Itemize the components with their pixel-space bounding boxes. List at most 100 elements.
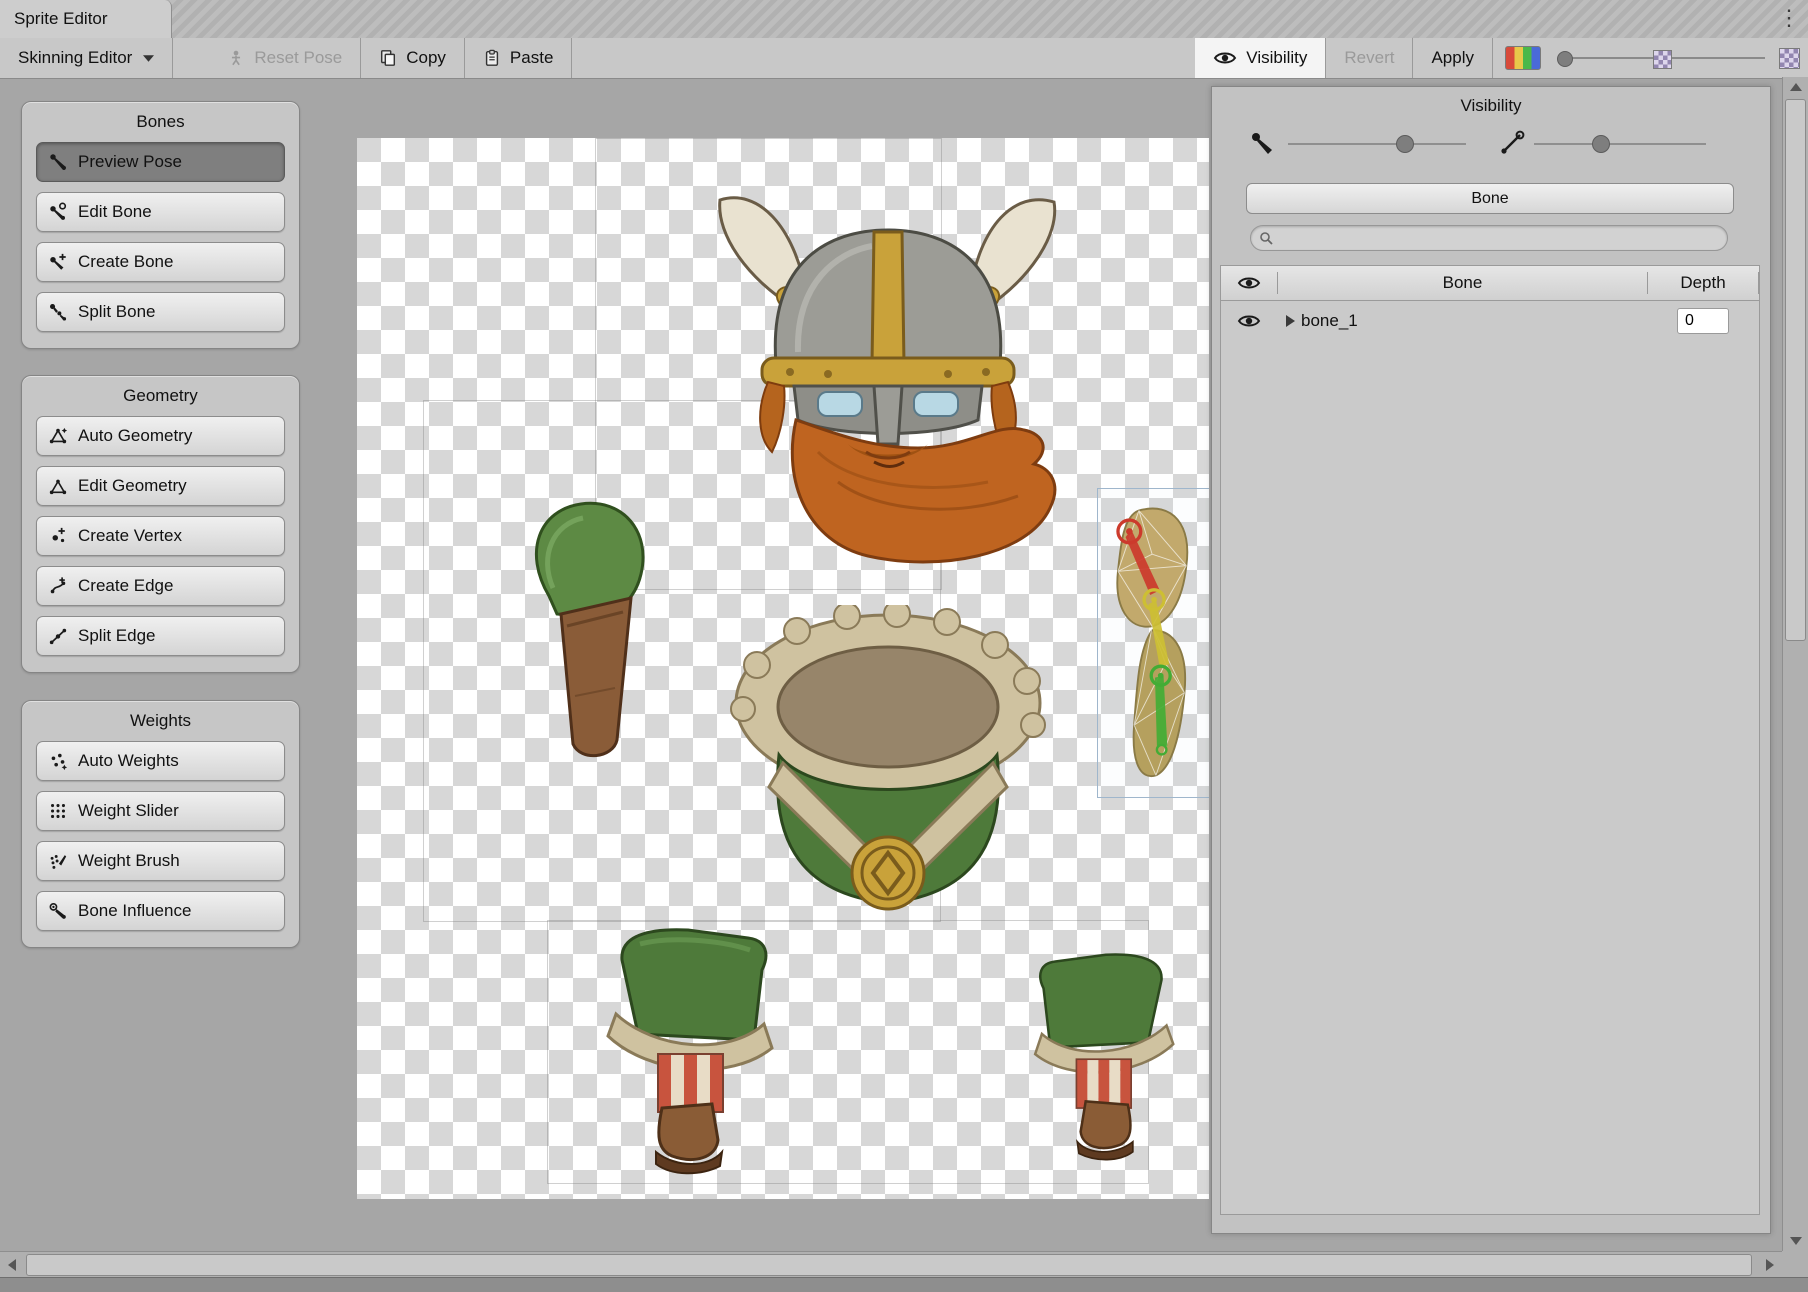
weight-slider-icon <box>47 800 69 822</box>
sprite-right-leg[interactable] <box>1020 928 1180 1182</box>
bone-row[interactable]: bone_1 <box>1221 301 1759 341</box>
window-menu-icon[interactable]: ⋮ <box>1778 5 1800 31</box>
sprite-tint-swatch[interactable] <box>1505 46 1541 70</box>
split-edge-icon <box>47 625 69 647</box>
bones-group: Bones Preview Pose Edit Bone Create Bone… <box>21 101 300 349</box>
horizontal-scrollbar-thumb[interactable] <box>26 1254 1752 1276</box>
weights-group-title: Weights <box>36 711 285 731</box>
apply-label: Apply <box>1431 48 1474 68</box>
scroll-left-button[interactable] <box>0 1252 24 1278</box>
edit-geometry-label: Edit Geometry <box>78 476 187 496</box>
geometry-group: Geometry Auto Geometry Edit Geometry Cre… <box>21 375 300 673</box>
bone-search-input[interactable] <box>1279 229 1719 248</box>
paste-button[interactable]: Paste <box>465 38 571 78</box>
visibility-toggle[interactable]: Visibility <box>1195 38 1325 78</box>
copy-label: Copy <box>406 48 446 68</box>
scroll-down-button[interactable] <box>1783 1231 1808 1251</box>
bone-name[interactable]: bone_1 <box>1301 311 1358 331</box>
weight-slider-label: Weight Slider <box>78 801 179 821</box>
mesh-opacity-icon <box>1498 129 1526 157</box>
create-bone-icon <box>47 251 69 273</box>
sprite-canvas[interactable] <box>357 138 1209 1199</box>
split-bone-button[interactable]: Split Bone <box>36 292 285 332</box>
bone-influence-button[interactable]: Bone Influence <box>36 891 285 931</box>
toolbar-separator <box>1492 38 1493 78</box>
eye-icon <box>1213 50 1237 66</box>
vertical-scrollbar[interactable] <box>1782 77 1808 1251</box>
create-bone-button[interactable]: Create Bone <box>36 242 285 282</box>
preview-pose-label: Preview Pose <box>78 152 182 172</box>
horizontal-scrollbar[interactable] <box>0 1251 1782 1278</box>
visibility-panel-title: Visibility <box>1212 87 1770 116</box>
reset-pose-button[interactable]: Reset Pose <box>209 38 360 78</box>
create-edge-label: Create Edge <box>78 576 173 596</box>
split-bone-label: Split Bone <box>78 302 156 322</box>
bone-influence-icon <box>47 900 69 922</box>
copy-button[interactable]: Copy <box>361 38 464 78</box>
edit-geometry-button[interactable]: Edit Geometry <box>36 466 285 506</box>
column-separator <box>1758 272 1759 294</box>
reset-pose-icon <box>227 49 245 67</box>
bone-opacity-slider-knob[interactable] <box>1396 135 1414 153</box>
split-edge-label: Split Edge <box>78 626 156 646</box>
auto-geometry-label: Auto Geometry <box>78 426 192 446</box>
mesh-opacity-slider[interactable] <box>1534 143 1706 145</box>
mode-dropdown[interactable]: Skinning Editor <box>0 38 172 78</box>
bone-table: Bone Depth bone_1 <box>1220 265 1760 1215</box>
sprite-torso[interactable] <box>727 605 1049 935</box>
sprite-head[interactable] <box>698 152 1078 592</box>
auto-weights-label: Auto Weights <box>78 751 179 771</box>
bone-tab-button[interactable]: Bone <box>1246 183 1734 214</box>
sprite-left-leg[interactable] <box>600 922 790 1176</box>
split-edge-button[interactable]: Split Edge <box>36 616 285 656</box>
bone-column-header: Bone <box>1278 273 1647 293</box>
mesh-opacity-slider-knob[interactable] <box>1592 135 1610 153</box>
weight-brush-icon <box>47 850 69 872</box>
search-icon <box>1259 231 1273 245</box>
tab-sprite-editor[interactable]: Sprite Editor <box>0 0 172 38</box>
auto-weights-button[interactable]: Auto Weights <box>36 741 285 781</box>
weight-slider-button[interactable]: Weight Slider <box>36 791 285 831</box>
sprite-glove[interactable] <box>519 496 663 772</box>
window-bottom-edge <box>0 1277 1808 1292</box>
toolbar-spacer <box>572 38 1195 78</box>
create-edge-button[interactable]: Create Edge <box>36 566 285 606</box>
edit-bone-button[interactable]: Edit Bone <box>36 192 285 232</box>
auto-geometry-button[interactable]: Auto Geometry <box>36 416 285 456</box>
vertical-scrollbar-thumb[interactable] <box>1785 99 1806 641</box>
create-bone-label: Create Bone <box>78 252 173 272</box>
opacity-slider-knob[interactable] <box>1557 51 1573 67</box>
bone-visibility-toggle-eye-icon[interactable] <box>1221 313 1277 329</box>
bone-depth-input[interactable] <box>1677 308 1729 334</box>
bone-search-field[interactable] <box>1250 225 1728 251</box>
bone-table-header: Bone Depth <box>1221 266 1759 301</box>
toolbar-gap <box>173 38 209 78</box>
bone-influence-label: Bone Influence <box>78 901 191 921</box>
checker-swatch-icon[interactable] <box>1779 48 1800 69</box>
edit-bone-label: Edit Bone <box>78 202 152 222</box>
bone-opacity-slider[interactable] <box>1288 143 1466 145</box>
split-bone-icon <box>47 301 69 323</box>
preview-pose-button[interactable]: Preview Pose <box>36 142 285 182</box>
weight-brush-button[interactable]: Weight Brush <box>36 841 285 881</box>
scroll-up-button[interactable] <box>1783 77 1808 97</box>
geometry-group-title: Geometry <box>36 386 285 406</box>
titlebar: Sprite Editor ⋮ <box>0 0 1808 39</box>
opacity-slider[interactable] <box>1553 46 1771 70</box>
apply-button[interactable]: Apply <box>1413 38 1492 78</box>
mode-dropdown-label: Skinning Editor <box>18 48 132 68</box>
sprite-editor-window: Sprite Editor ⋮ Skinning Editor Reset Po… <box>0 0 1808 1292</box>
create-edge-icon <box>47 575 69 597</box>
sprite-arm-skinned[interactable] <box>1099 490 1209 794</box>
toolbar: Skinning Editor Reset Pose Copy Paste Vi… <box>0 38 1808 79</box>
reset-pose-label: Reset Pose <box>254 48 342 68</box>
create-vertex-icon <box>47 525 69 547</box>
visibility-panel: Visibility Bone Bone <box>1211 86 1771 1234</box>
expand-arrow-icon[interactable] <box>1286 315 1295 327</box>
scrollbar-corner <box>1782 1251 1808 1278</box>
revert-label: Revert <box>1344 48 1394 68</box>
depth-column-header: Depth <box>1648 273 1758 293</box>
scroll-right-button[interactable] <box>1758 1252 1782 1278</box>
revert-button[interactable]: Revert <box>1326 38 1412 78</box>
create-vertex-button[interactable]: Create Vertex <box>36 516 285 556</box>
